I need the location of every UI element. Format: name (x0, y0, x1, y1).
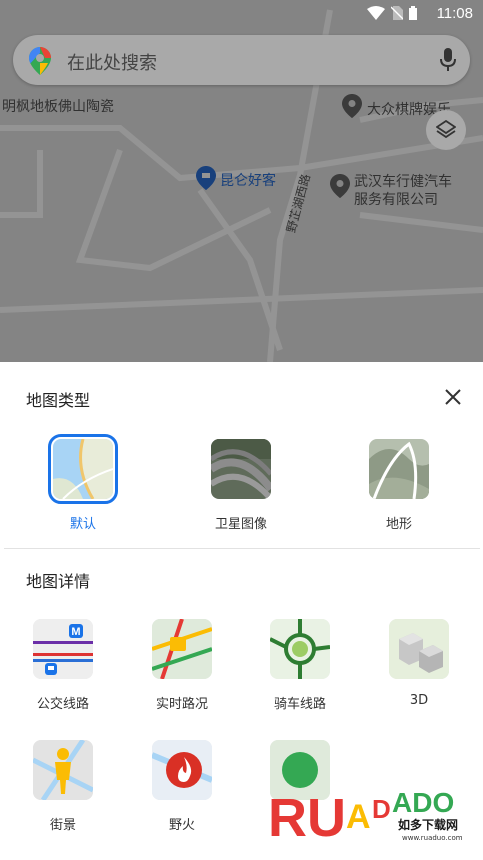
detail-traffic[interactable]: 实时路况 (127, 619, 237, 712)
status-bar: 11:08 (0, 0, 483, 28)
transit-icon: M (33, 619, 93, 679)
map-type-label: 卫星图像 (214, 517, 267, 532)
map-layers-sheet: 地图类型 默认 卫星图像 地形 地图详情 M 公交线路 实时路况 骑车线路 3D… (0, 362, 483, 860)
map-type-default[interactable]: 默认 (23, 434, 143, 532)
watermark-url: www.ruaduo.com (402, 834, 463, 842)
satellite-map-thumbnail (211, 439, 271, 499)
watermark-subtitle: 如多下载网 (398, 818, 459, 832)
layers-button[interactable] (426, 110, 466, 150)
3d-buildings-icon (389, 619, 449, 679)
detail-label: 3D (409, 693, 429, 708)
svg-text:D: D (372, 794, 391, 824)
map-type-satellite[interactable]: 卫星图像 (181, 439, 301, 532)
watermark: RU A D ADO 如多下载网 www.ruaduo.com (268, 778, 474, 850)
biking-icon (270, 619, 330, 679)
status-icons (367, 6, 417, 20)
close-button[interactable] (440, 384, 466, 410)
detail-3d[interactable]: 3D (364, 619, 474, 708)
layers-icon (436, 120, 456, 139)
detail-label: 骑车线路 (273, 697, 326, 712)
detail-label: 实时路况 (155, 697, 208, 712)
section-divider (4, 548, 480, 549)
no-sim-icon (391, 6, 403, 20)
map-details-title: 地图详情 (26, 572, 91, 591)
mic-icon[interactable] (440, 48, 456, 72)
map-type-label: 地形 (385, 517, 412, 532)
detail-biking[interactable]: 骑车线路 (245, 619, 355, 712)
close-icon (445, 389, 461, 405)
search-input[interactable]: 在此处搜索 (67, 49, 157, 75)
map-type-label: 默认 (69, 517, 96, 532)
svg-text:RU: RU (268, 788, 346, 848)
battery-icon (409, 6, 417, 20)
map-view[interactable]: 明枫地板佛山陶瓷 大众棋牌娱乐 昆仑好客 武汉车行健汽车 服务有限公司 野芷湖西… (0, 0, 483, 362)
wildfire-icon (152, 740, 212, 800)
map-type-terrain[interactable]: 地形 (339, 439, 459, 532)
default-map-thumbnail (48, 434, 118, 504)
maps-logo-icon (29, 47, 51, 75)
svg-text:M: M (71, 626, 80, 638)
svg-text:ADO: ADO (392, 787, 454, 818)
detail-wildfire[interactable]: 野火 (127, 740, 237, 833)
detail-transit[interactable]: M 公交线路 (8, 619, 118, 712)
detail-label: 街景 (49, 818, 76, 833)
detail-label: 野火 (168, 818, 195, 833)
terrain-map-thumbnail (369, 439, 429, 499)
wifi-icon (367, 6, 385, 20)
status-time: 11:08 (436, 5, 473, 22)
traffic-icon (152, 619, 212, 679)
detail-label: 公交线路 (36, 697, 89, 712)
svg-text:A: A (346, 798, 371, 836)
street-view-icon (33, 740, 93, 800)
detail-street-view[interactable]: 街景 (8, 740, 118, 833)
map-types-title: 地图类型 (26, 391, 91, 410)
search-bar[interactable]: 在此处搜索 (13, 35, 470, 85)
